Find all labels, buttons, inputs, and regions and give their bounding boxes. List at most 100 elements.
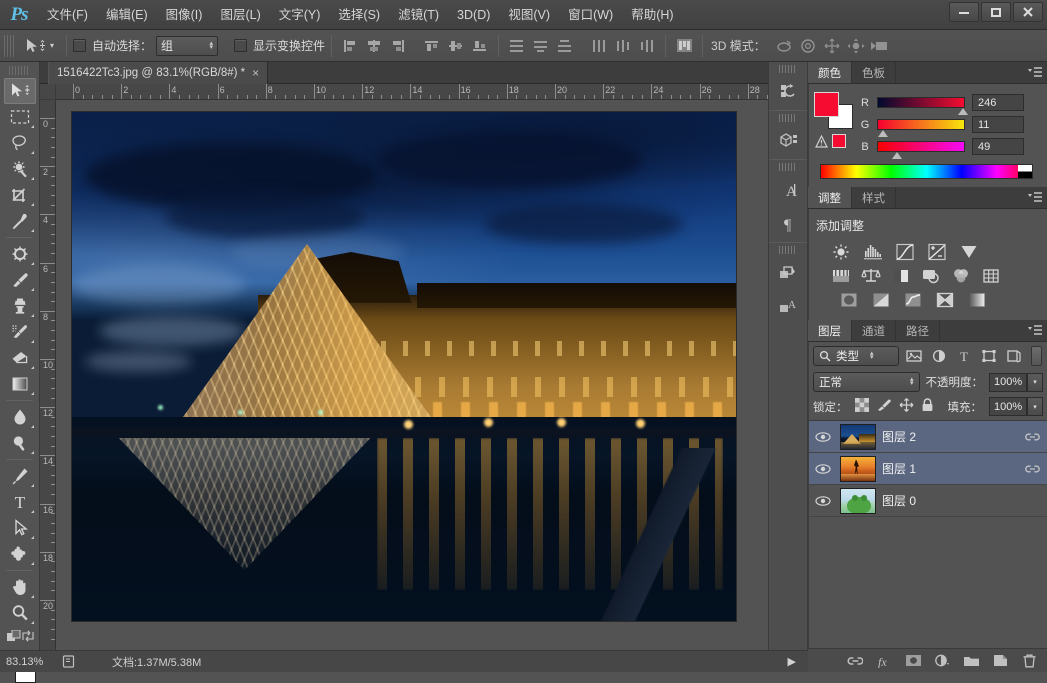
- scale-3d-button[interactable]: [868, 35, 892, 57]
- table-row[interactable]: 图层 2: [808, 421, 1047, 453]
- lock-transparent-pixels-button[interactable]: [854, 398, 869, 415]
- dock-grip[interactable]: [779, 114, 797, 122]
- selective-color-button[interactable]: [934, 290, 956, 310]
- move-tool-button[interactable]: [3, 78, 36, 104]
- delete-layer-button[interactable]: [1021, 653, 1037, 669]
- tab-swatches[interactable]: 色板: [852, 62, 896, 83]
- distribute-bottom-button[interactable]: [553, 35, 577, 57]
- layer-name[interactable]: 图层 2: [882, 428, 1015, 445]
- tab-channels[interactable]: 通道: [852, 320, 896, 341]
- toolbox-grip[interactable]: [9, 66, 30, 75]
- table-row[interactable]: 图层 1: [808, 453, 1047, 485]
- zoom-tool-button[interactable]: [4, 600, 36, 626]
- channel-slider-thumb-g[interactable]: [878, 130, 888, 137]
- show-transform-checkbox[interactable]: [234, 39, 248, 52]
- dodge-tool-button[interactable]: [4, 430, 36, 456]
- document-profile-icon[interactable]: [62, 655, 76, 668]
- posterize-button[interactable]: [870, 290, 892, 310]
- distribute-right-button[interactable]: [635, 35, 659, 57]
- filter-type-layers-button[interactable]: T: [954, 346, 974, 366]
- filter-adjustment-layers-button[interactable]: [929, 346, 949, 366]
- photo-filter-button[interactable]: [920, 266, 942, 286]
- align-horizontal-centers-button[interactable]: [362, 35, 386, 57]
- layer-name[interactable]: 图层 0: [882, 492, 1047, 509]
- menu-3d[interactable]: 3D(D): [448, 0, 499, 30]
- lock-position-button[interactable]: [899, 398, 914, 415]
- crop-tool-button[interactable]: [4, 182, 36, 208]
- layer-visibility-toggle[interactable]: [812, 431, 834, 443]
- maximize-button[interactable]: [981, 2, 1011, 22]
- layer-visibility-toggle[interactable]: [812, 495, 834, 507]
- clone-stamp-tool-button[interactable]: [4, 293, 36, 319]
- align-right-edges-button[interactable]: [386, 35, 410, 57]
- channel-slider-b[interactable]: [877, 141, 965, 159]
- vibrance-button[interactable]: [958, 242, 980, 262]
- roll-3d-button[interactable]: [796, 35, 820, 57]
- close-icon[interactable]: ×: [252, 66, 259, 80]
- levels-button[interactable]: [862, 242, 884, 262]
- distribute-horizontal-center-button[interactable]: [611, 35, 635, 57]
- channel-mixer-button[interactable]: [950, 266, 972, 286]
- menu-filter[interactable]: 滤镜(T): [389, 0, 448, 30]
- channel-value-b[interactable]: 49: [972, 138, 1024, 155]
- dock-grip[interactable]: [779, 163, 797, 171]
- opacity-value[interactable]: 100%: [989, 372, 1027, 392]
- channel-value-g[interactable]: 11: [972, 116, 1024, 133]
- options-bar-grip[interactable]: [4, 34, 14, 57]
- foreground-color-swatch[interactable]: [814, 92, 839, 117]
- tab-layers[interactable]: 图层: [808, 320, 852, 341]
- exposure-button[interactable]: [926, 242, 948, 262]
- layer-filter-type-dropdown[interactable]: 类型 ▴ ▾: [813, 346, 899, 366]
- layer-thumbnail[interactable]: [840, 487, 876, 514]
- color-lookup-button[interactable]: [980, 266, 1002, 286]
- menu-layer[interactable]: 图层(L): [211, 0, 269, 30]
- brightness-contrast-button[interactable]: [830, 242, 852, 262]
- menu-view[interactable]: 视图(V): [499, 0, 559, 30]
- menu-help[interactable]: 帮助(H): [622, 0, 682, 30]
- path-selection-tool-button[interactable]: [4, 515, 36, 541]
- menu-file[interactable]: 文件(F): [38, 0, 97, 30]
- character-styles-panel-button[interactable]: A: [769, 290, 809, 324]
- menu-edit[interactable]: 编辑(E): [97, 0, 157, 30]
- document-tab[interactable]: 1516422Tc3.jpg @ 83.1%(RGB/8#) * ×: [48, 62, 269, 84]
- dock-grip[interactable]: [779, 246, 797, 254]
- canvas-viewport[interactable]: [56, 100, 808, 650]
- color-spectrum-ramp[interactable]: [820, 164, 1033, 179]
- status-expand-arrow-icon[interactable]: ▶: [788, 655, 796, 668]
- color-panel-swatches[interactable]: [814, 92, 854, 129]
- layer-thumbnail[interactable]: [840, 423, 876, 450]
- horizontal-type-tool-button[interactable]: T: [4, 489, 36, 515]
- layers-panel-menu-icon[interactable]: [1027, 324, 1043, 338]
- distribute-left-button[interactable]: [587, 35, 611, 57]
- tab-paths[interactable]: 路径: [896, 320, 940, 341]
- filter-shape-layers-button[interactable]: [979, 346, 999, 366]
- black-white-button[interactable]: [890, 266, 912, 286]
- adjustments-panel-menu-icon[interactable]: [1027, 191, 1043, 205]
- channel-slider-r[interactable]: [877, 97, 968, 115]
- add-layer-mask-button[interactable]: [905, 653, 921, 669]
- paragraph-panel-button[interactable]: ¶: [769, 207, 809, 241]
- channel-value-r[interactable]: 246: [972, 94, 1024, 111]
- menu-select[interactable]: 选择(S): [329, 0, 389, 30]
- layer-link-indicator[interactable]: [1021, 431, 1043, 443]
- character-panel-button[interactable]: A: [769, 173, 809, 207]
- eyedropper-tool-button[interactable]: [4, 208, 36, 234]
- tab-color[interactable]: 颜色: [808, 62, 852, 83]
- new-layer-button[interactable]: [992, 653, 1008, 669]
- link-layers-button[interactable]: [847, 653, 863, 669]
- fill-dropdown-button[interactable]: ▾: [1027, 397, 1043, 416]
- spot-healing-brush-tool-button[interactable]: [4, 241, 36, 267]
- gamut-substitute-color-swatch[interactable]: [832, 134, 846, 148]
- gradient-map-button[interactable]: [966, 290, 988, 310]
- fill-value[interactable]: 100%: [989, 397, 1027, 416]
- auto-select-checkbox[interactable]: [73, 39, 87, 52]
- align-vertical-centers-button[interactable]: [444, 35, 468, 57]
- layer-style-button[interactable]: fx: [876, 653, 892, 669]
- auto-align-layers-button[interactable]: [672, 35, 696, 57]
- table-row[interactable]: 图层 0: [808, 485, 1047, 517]
- canvas-image-louvre-pyramid[interactable]: [71, 111, 737, 622]
- current-tool-preset[interactable]: ▾: [18, 37, 60, 55]
- blur-tool-button[interactable]: [4, 404, 36, 430]
- slide-3d-button[interactable]: [844, 35, 868, 57]
- rectangular-marquee-tool-button[interactable]: [4, 104, 36, 130]
